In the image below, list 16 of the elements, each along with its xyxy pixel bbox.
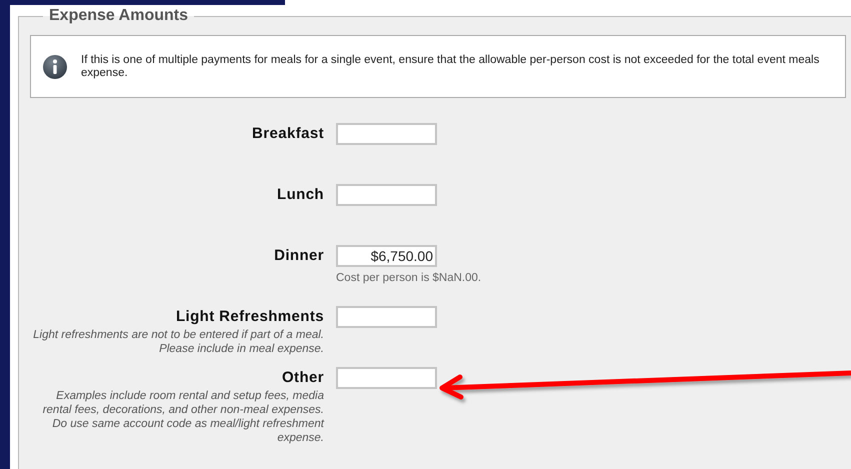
field-note: Cost per person is $NaN.00. bbox=[336, 271, 482, 286]
section-title: Expense Amounts bbox=[48, 7, 189, 25]
amount-field[interactable] bbox=[336, 184, 437, 206]
amount-field[interactable] bbox=[336, 123, 437, 145]
field-label: Dinner bbox=[274, 246, 324, 266]
field-hint: Light refreshments are not to be entered if part of a meal. Please include in meal expense. bbox=[32, 328, 324, 356]
amount-field[interactable] bbox=[336, 367, 437, 389]
amount-field[interactable] bbox=[336, 306, 437, 328]
field-label: Breakfast bbox=[252, 124, 324, 144]
field-hint: Examples include room rental and setup fees, media rental fees, decorations, and other non-meal expenses. Do use same account code as meal/light refreshment expense. bbox=[42, 389, 324, 445]
info-icon bbox=[43, 54, 67, 78]
field-label: Lunch bbox=[277, 185, 324, 205]
info-text: If this is one of multiple payments for meals for a single event, ensure that the allowable per-person cost is not exceeded for the total event meals expense. bbox=[81, 54, 820, 80]
field-label: Light Refreshments bbox=[176, 307, 324, 327]
amount-field[interactable]: $6,750.00 bbox=[336, 245, 437, 267]
field-label: Other bbox=[282, 368, 324, 388]
